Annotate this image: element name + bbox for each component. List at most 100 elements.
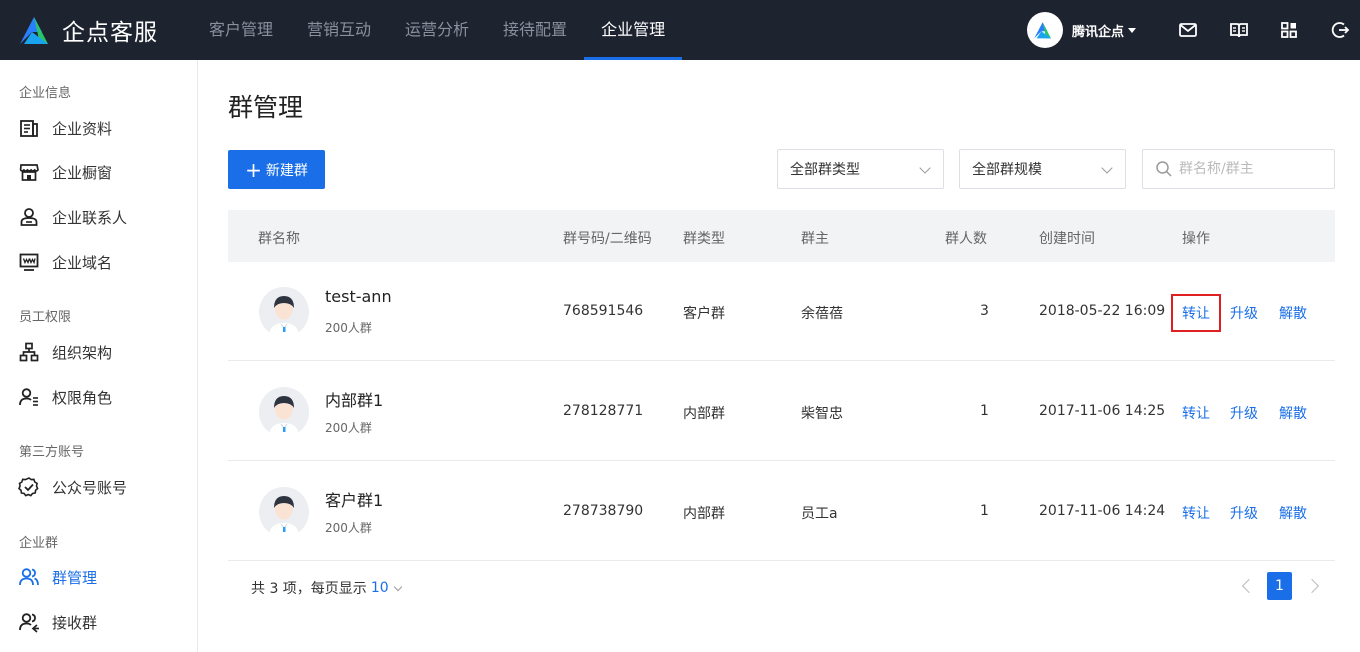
pagination-summary: 共 3 项，每页显示 10: [251, 578, 402, 598]
dissolve-link[interactable]: 解散: [1279, 303, 1307, 323]
column-header: 群人数: [945, 231, 987, 247]
transfer-link[interactable]: 转让: [1171, 294, 1221, 332]
column-header: 群名称: [258, 231, 300, 247]
table-row: 客户群1 200人群 278738790 内部群 员工a 1 2017-11-0…: [228, 462, 1335, 561]
company-logo-icon: [1034, 22, 1051, 39]
nav-enterprise-management[interactable]: 企业管理: [584, 0, 683, 60]
nav-customer-management[interactable]: 客户管理: [192, 0, 290, 60]
table-header: 群名称 群号码/二维码 群类型 群主 群人数 创建时间 操作: [228, 210, 1335, 262]
logout-icon[interactable]: [1328, 18, 1352, 42]
sidebar-item-label: 接收群: [52, 613, 98, 632]
group-capacity: 200人群: [325, 521, 372, 535]
group-avatar[interactable]: [259, 487, 309, 537]
sidebar-item-group-management[interactable]: 群管理: [18, 565, 97, 589]
group-type: 内部群: [683, 506, 725, 522]
sidebar-item-org-structure[interactable]: 组织架构: [18, 340, 112, 364]
role-icon: [19, 388, 38, 406]
mail-icon[interactable]: [1176, 18, 1200, 42]
table-row: 内部群1 200人群 278128771 内部群 柴智忠 1 2017-11-0…: [228, 362, 1335, 461]
current-page-button[interactable]: 1: [1267, 572, 1292, 600]
verified-icon: [18, 477, 39, 497]
group-type-select[interactable]: 全部群类型: [777, 149, 944, 189]
sidebar-item-label: 企业资料: [52, 119, 113, 138]
group-number: 768591546: [563, 303, 644, 319]
search-icon: [1156, 161, 1172, 177]
brand-logo[interactable]: 企点客服: [18, 14, 158, 46]
sidebar-item-company-domain[interactable]: 企业域名: [18, 250, 112, 274]
total-text: 共 3 项，每页显示: [251, 581, 367, 597]
person-avatar-icon: [259, 487, 309, 537]
column-header: 群主: [801, 231, 829, 247]
upgrade-link[interactable]: 升级: [1230, 303, 1258, 323]
nav-marketing[interactable]: 营销互动: [290, 0, 388, 60]
search-input[interactable]: [1179, 161, 1329, 177]
member-count: 1: [980, 403, 989, 419]
group-capacity: 200人群: [325, 321, 372, 335]
group-size-value: 全部群规模: [972, 162, 1042, 178]
apps-grid-icon[interactable]: [1277, 18, 1301, 42]
group-type: 客户群: [683, 306, 725, 322]
nav-reception-config[interactable]: 接待配置: [486, 0, 584, 60]
group-capacity: 200人群: [325, 421, 372, 435]
contact-icon: [20, 208, 38, 226]
group-name[interactable]: 客户群1: [325, 487, 383, 511]
user-menu[interactable]: 腾讯企点: [1027, 12, 1137, 48]
sidebar-item-label: 企业联系人: [52, 208, 128, 227]
dissolve-link[interactable]: 解散: [1279, 503, 1307, 523]
user-name: 腾讯企点: [1072, 24, 1125, 40]
group-avatar[interactable]: [259, 287, 309, 337]
table-row: test-ann 200人群 768591546 客户群 余蓓蓓 3 2018-…: [228, 262, 1335, 361]
page-title: 群管理: [228, 93, 304, 122]
group-name[interactable]: test-ann: [325, 287, 392, 306]
user-avatar: [1027, 12, 1063, 48]
group-type-value: 全部群类型: [790, 162, 860, 178]
column-header: 群类型: [683, 231, 725, 247]
created-time: 2017-11-06 14:24: [1039, 503, 1166, 519]
sidebar-group-title: 企业信息: [19, 86, 72, 101]
document-icon: [20, 120, 38, 137]
nav-analytics[interactable]: 运营分析: [388, 0, 486, 60]
sidebar-item-official-accounts[interactable]: 公众号账号: [18, 475, 127, 499]
domain-icon: [19, 253, 39, 271]
upgrade-link[interactable]: 升级: [1230, 403, 1258, 423]
chevron-down-icon: [1101, 162, 1113, 174]
page-size-select[interactable]: 10: [370, 580, 402, 596]
page-size-value: 10: [370, 580, 389, 596]
sidebar-item-company-showcase[interactable]: 企业橱窗: [18, 160, 112, 184]
sidebar-item-label: 组织架构: [52, 343, 113, 362]
group-name[interactable]: 内部群1: [325, 387, 383, 411]
group-size-select[interactable]: 全部群规模: [959, 149, 1126, 189]
group-avatar[interactable]: [259, 387, 309, 437]
upgrade-link[interactable]: 升级: [1230, 503, 1258, 523]
group-owner: 余蓓蓓: [801, 306, 843, 322]
sidebar-group-title: 员工权限: [19, 310, 72, 325]
created-time: 2017-11-06 14:25: [1039, 403, 1166, 419]
sidebar-item-label: 企业域名: [52, 253, 113, 272]
sidebar-item-permission-roles[interactable]: 权限角色: [18, 385, 112, 409]
sidebar-item-label: 群管理: [52, 568, 98, 587]
brand-name: 企点客服: [62, 20, 158, 46]
group-number: 278128771: [563, 403, 644, 419]
column-header: 创建时间: [1039, 231, 1095, 247]
sidebar-item-company-contacts[interactable]: 企业联系人: [18, 205, 127, 229]
shop-icon: [19, 164, 39, 181]
prev-page-icon[interactable]: [1240, 578, 1252, 594]
dissolve-link[interactable]: 解散: [1279, 403, 1307, 423]
main-nav: 客户管理 营销互动 运营分析 接待配置 企业管理: [192, 0, 683, 60]
sidebar-item-receive-group[interactable]: 接收群: [18, 610, 97, 634]
brand-logo-icon: [20, 17, 48, 44]
plus-icon: +: [245, 157, 262, 182]
caret-down-icon: [1128, 27, 1137, 33]
created-time: 2018-05-22 16:09: [1039, 303, 1166, 319]
next-page-icon[interactable]: [1307, 578, 1319, 594]
sidebar-item-company-profile[interactable]: 企业资料: [18, 116, 112, 140]
new-group-button[interactable]: + 新建群: [228, 150, 325, 189]
transfer-link[interactable]: 转让: [1182, 403, 1210, 423]
sidebar: 企业信息 企业资料 企业橱窗 企业联系人 企业域名 员工权限 组织架构 权限角色…: [0, 60, 198, 652]
member-count: 3: [980, 303, 989, 319]
transfer-link[interactable]: 转让: [1182, 503, 1210, 523]
sidebar-group-title: 第三方账号: [19, 445, 85, 460]
sidebar-item-label: 权限角色: [52, 388, 113, 407]
book-icon[interactable]: [1227, 18, 1251, 42]
group-owner: 员工a: [801, 506, 838, 522]
